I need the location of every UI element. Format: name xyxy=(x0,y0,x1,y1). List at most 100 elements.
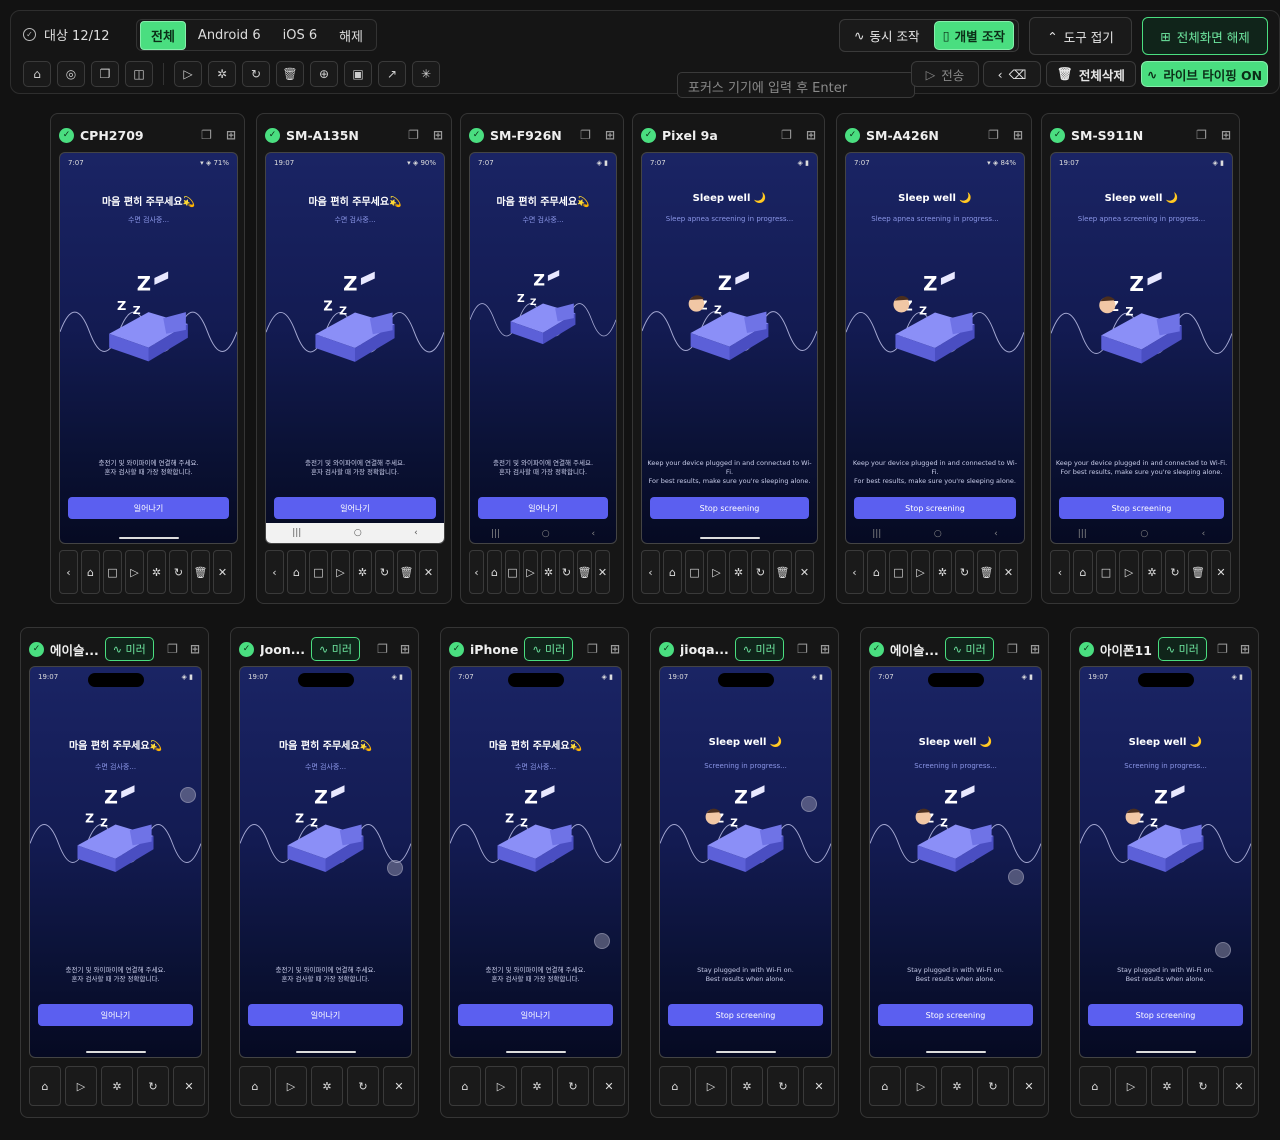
close-icon[interactable]: ✕ xyxy=(795,550,814,594)
bug-icon[interactable]: ✲ xyxy=(311,1066,343,1106)
delete-all-button[interactable]: 🗑︎ 전체삭제 xyxy=(1046,61,1136,87)
copy-icon[interactable]: ❐ xyxy=(1217,642,1228,656)
copy-icon[interactable]: ❐ xyxy=(91,61,119,87)
home-icon[interactable]: ⌂ xyxy=(449,1066,481,1106)
grid-icon[interactable]: ⊞ xyxy=(806,128,816,142)
copy-icon[interactable]: ❐ xyxy=(377,642,388,656)
filter-all[interactable]: 전체 xyxy=(140,20,186,50)
home-icon[interactable]: ⌂ xyxy=(287,550,306,594)
grid-icon[interactable]: ⊞ xyxy=(1013,128,1023,142)
copy-icon[interactable]: ❐ xyxy=(580,128,591,142)
close-icon[interactable]: ✕ xyxy=(213,550,232,594)
grid-icon[interactable]: ⊞ xyxy=(190,642,200,656)
bug-icon[interactable]: ✲ xyxy=(1151,1066,1183,1106)
home-icon[interactable]: ⌂ xyxy=(487,550,502,594)
copy-icon[interactable]: ❐ xyxy=(797,642,808,656)
refresh-icon[interactable]: ↻ xyxy=(375,550,394,594)
device-screen[interactable]: 19:07 ◈ ▮ Sleep well 🌙 Screening in progres… xyxy=(659,666,832,1058)
copy-icon[interactable]: ❐ xyxy=(201,128,212,142)
mirror-button[interactable]: ∿ 미러 xyxy=(944,637,994,661)
home-icon[interactable]: ⌂ xyxy=(659,1066,691,1106)
collapse-tools-button[interactable]: ⌃ 도구 접기 xyxy=(1029,17,1132,55)
sync-control-button[interactable]: ∿ 동시 조작 xyxy=(844,26,919,45)
recents-icon[interactable]: ||| xyxy=(292,528,301,543)
device-name[interactable]: SM-A135N xyxy=(286,128,359,143)
screen-cta-button[interactable]: 일어나기 xyxy=(478,497,608,519)
back-icon[interactable]: ‹ xyxy=(591,529,595,539)
screen-cta-button[interactable]: Stop screening xyxy=(878,1004,1033,1026)
bug-icon[interactable]: ✲ xyxy=(541,550,556,594)
device-screen[interactable]: 19:07 ▾ ◈ 90% 마음 편히 주무세요💫 수면 검사중... Z Z Z 충전기 및… xyxy=(265,152,445,544)
home-icon[interactable]: ⌂ xyxy=(869,1066,901,1106)
bug-icon[interactable]: ✲ xyxy=(353,550,372,594)
close-icon[interactable]: ✕ xyxy=(1013,1066,1045,1106)
grid-icon[interactable]: ⊞ xyxy=(1240,642,1250,656)
copy-icon[interactable]: ❐ xyxy=(167,642,178,656)
home-icon[interactable]: ⌂ xyxy=(29,1066,61,1106)
home-icon[interactable]: ⌂ xyxy=(1073,550,1093,594)
copy-icon[interactable]: ❐ xyxy=(988,128,999,142)
home-icon[interactable]: ⌂ xyxy=(663,550,682,594)
close-icon[interactable]: ✕ xyxy=(383,1066,415,1106)
send-button[interactable]: ▷ 전송 xyxy=(911,61,979,87)
device-screen[interactable]: 7:07 ▾ ◈ 84% Sleep well 🌙 Sleep apnea scree… xyxy=(845,152,1025,544)
close-icon[interactable]: ✕ xyxy=(803,1066,835,1106)
close-icon[interactable]: ✕ xyxy=(173,1066,205,1106)
magic-icon[interactable]: ↗ xyxy=(378,61,406,87)
target-count[interactable]: ✓ 대상 12/12 xyxy=(23,25,110,44)
bug-icon[interactable]: ✲ xyxy=(933,550,952,594)
mirror-button[interactable]: ∿ 미러 xyxy=(524,637,574,661)
refresh-icon[interactable]: ↻ xyxy=(137,1066,169,1106)
back-icon[interactable]: ‹ xyxy=(414,528,418,543)
grid-icon[interactable]: ⊞ xyxy=(226,128,236,142)
grid-icon[interactable]: ⊞ xyxy=(400,642,410,656)
mirror-button[interactable]: ∿ 미러 xyxy=(1157,637,1207,661)
filter-android[interactable]: Android 6 xyxy=(188,24,271,47)
home-icon[interactable]: ○ xyxy=(542,529,550,539)
recents-icon[interactable]: ||| xyxy=(872,529,881,539)
screen-cta-button[interactable]: Stop screening xyxy=(1088,1004,1243,1026)
screen-cta-button[interactable]: 일어나기 xyxy=(458,1004,613,1026)
play-icon[interactable]: ▷ xyxy=(1115,1066,1147,1106)
device-name[interactable]: 에이슬... xyxy=(890,640,939,659)
screen-cta-button[interactable]: Stop screening xyxy=(1059,497,1224,519)
square-icon[interactable]: □ xyxy=(505,550,520,594)
trash-icon[interactable]: 🗑︎ xyxy=(1188,550,1208,594)
device-name[interactable]: CPH2709 xyxy=(80,128,144,143)
grid-icon[interactable]: ⊞ xyxy=(605,128,615,142)
trash-icon[interactable]: 🗑︎ xyxy=(577,550,592,594)
refresh-icon[interactable]: ↻ xyxy=(955,550,974,594)
recents-icon[interactable]: ||| xyxy=(1078,529,1087,539)
device-screen[interactable]: 19:07 ◈ ▮ Sleep well 🌙 Screening in progres… xyxy=(1079,666,1252,1058)
trash-icon[interactable]: 🗑︎ xyxy=(191,550,210,594)
device-name[interactable]: 에이슬... xyxy=(50,640,99,659)
trash-icon[interactable]: 🗑︎ xyxy=(276,61,304,87)
play-icon[interactable]: ▷ xyxy=(275,1066,307,1106)
refresh-icon[interactable]: ↻ xyxy=(169,550,188,594)
back-icon[interactable]: ‹ xyxy=(59,550,78,594)
refresh-icon[interactable]: ↻ xyxy=(751,550,770,594)
square-icon[interactable]: □ xyxy=(103,550,122,594)
exit-fullscreen-button[interactable]: ⊞ 전체화면 해제 xyxy=(1142,17,1268,55)
back-icon[interactable]: ‹ xyxy=(1202,529,1206,539)
home-icon[interactable]: ⌂ xyxy=(81,550,100,594)
device-screen[interactable]: 7:07 ▾ ◈ 71% 마음 편히 주무세요💫 수면 검사중... Z Z Z 충전기 및 … xyxy=(59,152,238,544)
device-screen[interactable]: 19:07 ◈ ▮ Sleep well 🌙 Sleep apnea screenin… xyxy=(1050,152,1233,544)
screen-cta-button[interactable]: 일어나기 xyxy=(38,1004,193,1026)
copy-icon[interactable]: ❐ xyxy=(781,128,792,142)
device-screen[interactable]: 19:07 ◈ ▮ 마음 편히 주무세요💫 수면 검사중... Z Z Z 충전기 및 와이파… xyxy=(29,666,202,1058)
close-icon[interactable]: ✕ xyxy=(419,550,438,594)
refresh-icon[interactable]: ↻ xyxy=(242,61,270,87)
image-icon[interactable]: ▣ xyxy=(344,61,372,87)
refresh-icon[interactable]: ↻ xyxy=(1187,1066,1219,1106)
device-name[interactable]: SM-S911N xyxy=(1071,128,1143,143)
play-icon[interactable]: ▷ xyxy=(331,550,350,594)
screen-cta-button[interactable]: Stop screening xyxy=(650,497,809,519)
copy-icon[interactable]: ❐ xyxy=(1007,642,1018,656)
square-icon[interactable]: □ xyxy=(889,550,908,594)
bug-icon[interactable]: ✲ xyxy=(101,1066,133,1106)
close-icon[interactable]: ✕ xyxy=(1211,550,1231,594)
screen-cta-button[interactable]: Stop screening xyxy=(854,497,1016,519)
back-icon[interactable]: ‹ xyxy=(845,550,864,594)
filter-ios[interactable]: iOS 6 xyxy=(273,24,328,47)
